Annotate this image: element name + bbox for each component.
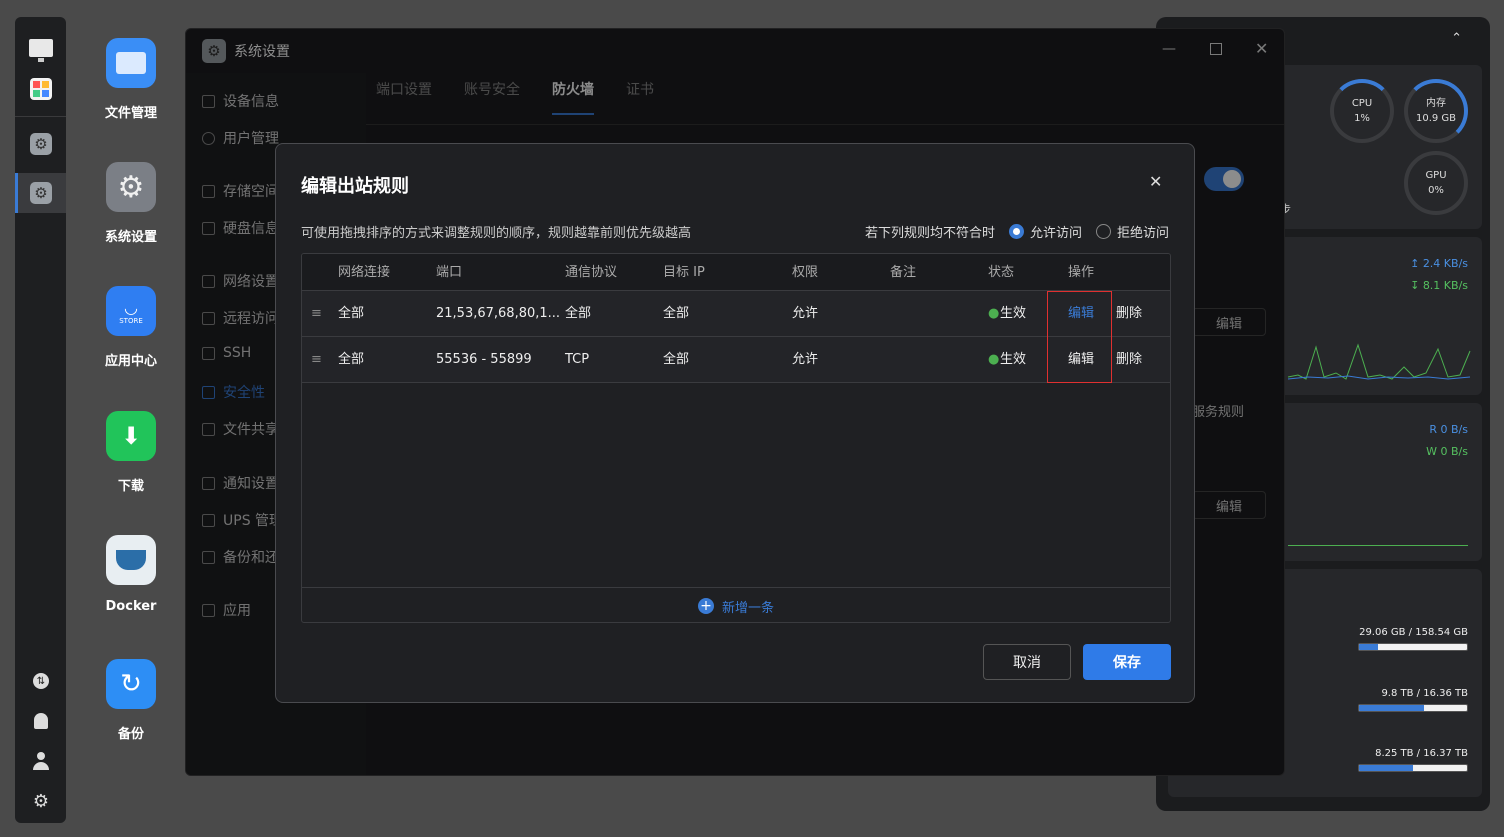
edit-outbound-dialog: 编辑出站规则 ✕ 可使用拖拽排序的方式来调整规则的顺序，规则越靠前则优先级越高 …	[275, 143, 1195, 703]
cell-target: 全部	[663, 306, 690, 321]
desktop-icon-label: Docker	[105, 599, 157, 614]
desktop-icon-label: 备份	[117, 727, 144, 742]
gpu-ring: GPU 0%	[1404, 151, 1468, 215]
allow-radio[interactable]	[1008, 224, 1024, 239]
disk-write: W 0 B/s	[1426, 445, 1468, 458]
desktop-icon-download[interactable]: ⬇ 下载	[96, 411, 166, 494]
close-icon[interactable]: ✕	[1149, 172, 1162, 191]
default-policy: 若下列规则均不符合时 允许访问 拒绝访问	[865, 222, 1169, 241]
column-header: 网络连接	[338, 265, 391, 280]
desktop-icon-settings[interactable]: ⚙ 系统设置	[96, 162, 166, 245]
plus-icon: +	[697, 598, 714, 614]
docker-icon	[106, 535, 156, 585]
desktop-icon-store[interactable]: ◡ STORE 应用中心	[96, 286, 166, 369]
column-header: 备注	[890, 265, 917, 280]
drag-handle-icon[interactable]: ≡	[311, 337, 322, 383]
store-icon: ◡ STORE	[106, 286, 156, 336]
add-rule-label: 新增一条	[721, 600, 774, 616]
cell-target: 全部	[663, 352, 690, 367]
table-row[interactable]: ≡ 全部 55536 - 55899 TCP 全部 允许 ● 生效 编辑 删除	[302, 337, 1170, 383]
delete-link[interactable]: 删除	[1116, 291, 1142, 337]
allow-label[interactable]: 允许访问	[1030, 222, 1082, 241]
table-row[interactable]: ≡ 全部 21,53,67,68,80,1... 全部 全部 允许 ● 生效 编…	[302, 291, 1170, 337]
settings-icon-active[interactable]: ⚙	[28, 180, 54, 206]
apps-icon[interactable]	[28, 76, 54, 102]
storage-text: 8.25 TB / 16.37 TB	[1375, 748, 1468, 759]
collapse-icon[interactable]: ⌃	[1451, 31, 1462, 46]
deny-label[interactable]: 拒绝访问	[1117, 222, 1169, 241]
cell-permission: 允许	[792, 352, 819, 367]
upload-rate: ↥ 2.4 KB/s	[1410, 257, 1468, 270]
disk-read: R 0 B/s	[1429, 423, 1468, 436]
deny-radio[interactable]	[1095, 224, 1111, 239]
storage-text: 29.06 GB / 158.54 GB	[1359, 627, 1468, 638]
cell-protocol: TCP	[565, 352, 590, 367]
cancel-button[interactable]: 取消	[983, 644, 1071, 680]
dialog-title: 编辑出站规则	[301, 176, 409, 197]
desktop-icon-backup[interactable]: ↻ 备份	[96, 659, 166, 742]
settings-icon: ⚙	[106, 162, 156, 212]
column-header: 端口	[436, 265, 463, 280]
dialog-description: 可使用拖拽排序的方式来调整规则的顺序，规则越靠前则优先级越高	[301, 226, 692, 241]
memory-ring: 内存 10.9 GB	[1404, 79, 1468, 143]
gear-icon[interactable]: ⚙	[28, 788, 54, 814]
storage-bar	[1358, 704, 1468, 712]
cell-port: 55536 - 55899	[436, 352, 532, 367]
dock: ⚙ ⚙ ⇅ ⚙	[15, 17, 66, 823]
column-header: 目标 IP	[663, 265, 705, 280]
save-button[interactable]: 保存	[1083, 644, 1171, 680]
backup-icon: ↻	[106, 659, 156, 709]
storage-bar	[1358, 764, 1468, 772]
status-dot: ●	[988, 306, 1000, 321]
add-rule-button[interactable]: + 新增一条	[302, 587, 1170, 622]
highlight-box	[1047, 291, 1112, 383]
desktop-icon-label: 系统设置	[104, 230, 157, 245]
rules-table: 网络连接 端口 通信协议 目标 IP 权限 备注 状态 操作 ≡ 全部 21,5…	[301, 253, 1171, 623]
user-icon[interactable]	[28, 748, 54, 774]
desktop-icon-label: 下载	[117, 479, 144, 494]
cell-network: 全部	[338, 306, 365, 321]
storage-bar	[1358, 643, 1468, 651]
settings-icon[interactable]: ⚙	[28, 131, 54, 157]
desktop-icon-label: 文件管理	[104, 106, 157, 121]
column-header: 通信协议	[565, 265, 618, 280]
cell-status: 生效	[1000, 306, 1027, 321]
network-graph	[1288, 343, 1471, 380]
sync-icon[interactable]: ⇅	[28, 668, 54, 694]
status-dot: ●	[988, 352, 1000, 367]
desktop-icon-label: 应用中心	[104, 354, 157, 369]
cell-network: 全部	[338, 352, 365, 367]
monitor-icon[interactable]	[28, 35, 54, 62]
column-header: 权限	[792, 265, 819, 280]
cell-permission: 允许	[792, 306, 819, 321]
cpu-ring: CPU 1%	[1330, 79, 1394, 143]
table-header: 网络连接 端口 通信协议 目标 IP 权限 备注 状态 操作	[302, 254, 1170, 291]
desktop-icon-docker[interactable]: Docker	[96, 535, 166, 614]
download-rate: ↧ 8.1 KB/s	[1410, 279, 1468, 292]
column-header: 操作	[1068, 265, 1095, 280]
cell-status: 生效	[1000, 352, 1027, 367]
bell-icon[interactable]	[28, 708, 54, 734]
drag-handle-icon[interactable]: ≡	[311, 291, 322, 337]
storage-text: 9.8 TB / 16.36 TB	[1381, 688, 1468, 699]
cell-protocol: 全部	[565, 306, 592, 321]
desktop-icon-files[interactable]: 文件管理	[96, 38, 166, 121]
disk-graph-line	[1288, 545, 1468, 546]
default-policy-label: 若下列规则均不符合时	[864, 226, 995, 241]
column-header: 状态	[988, 265, 1015, 280]
cell-port: 21,53,67,68,80,1...	[436, 306, 561, 321]
folder-icon	[106, 38, 156, 88]
delete-link[interactable]: 删除	[1116, 337, 1142, 383]
download-icon: ⬇	[106, 411, 156, 461]
